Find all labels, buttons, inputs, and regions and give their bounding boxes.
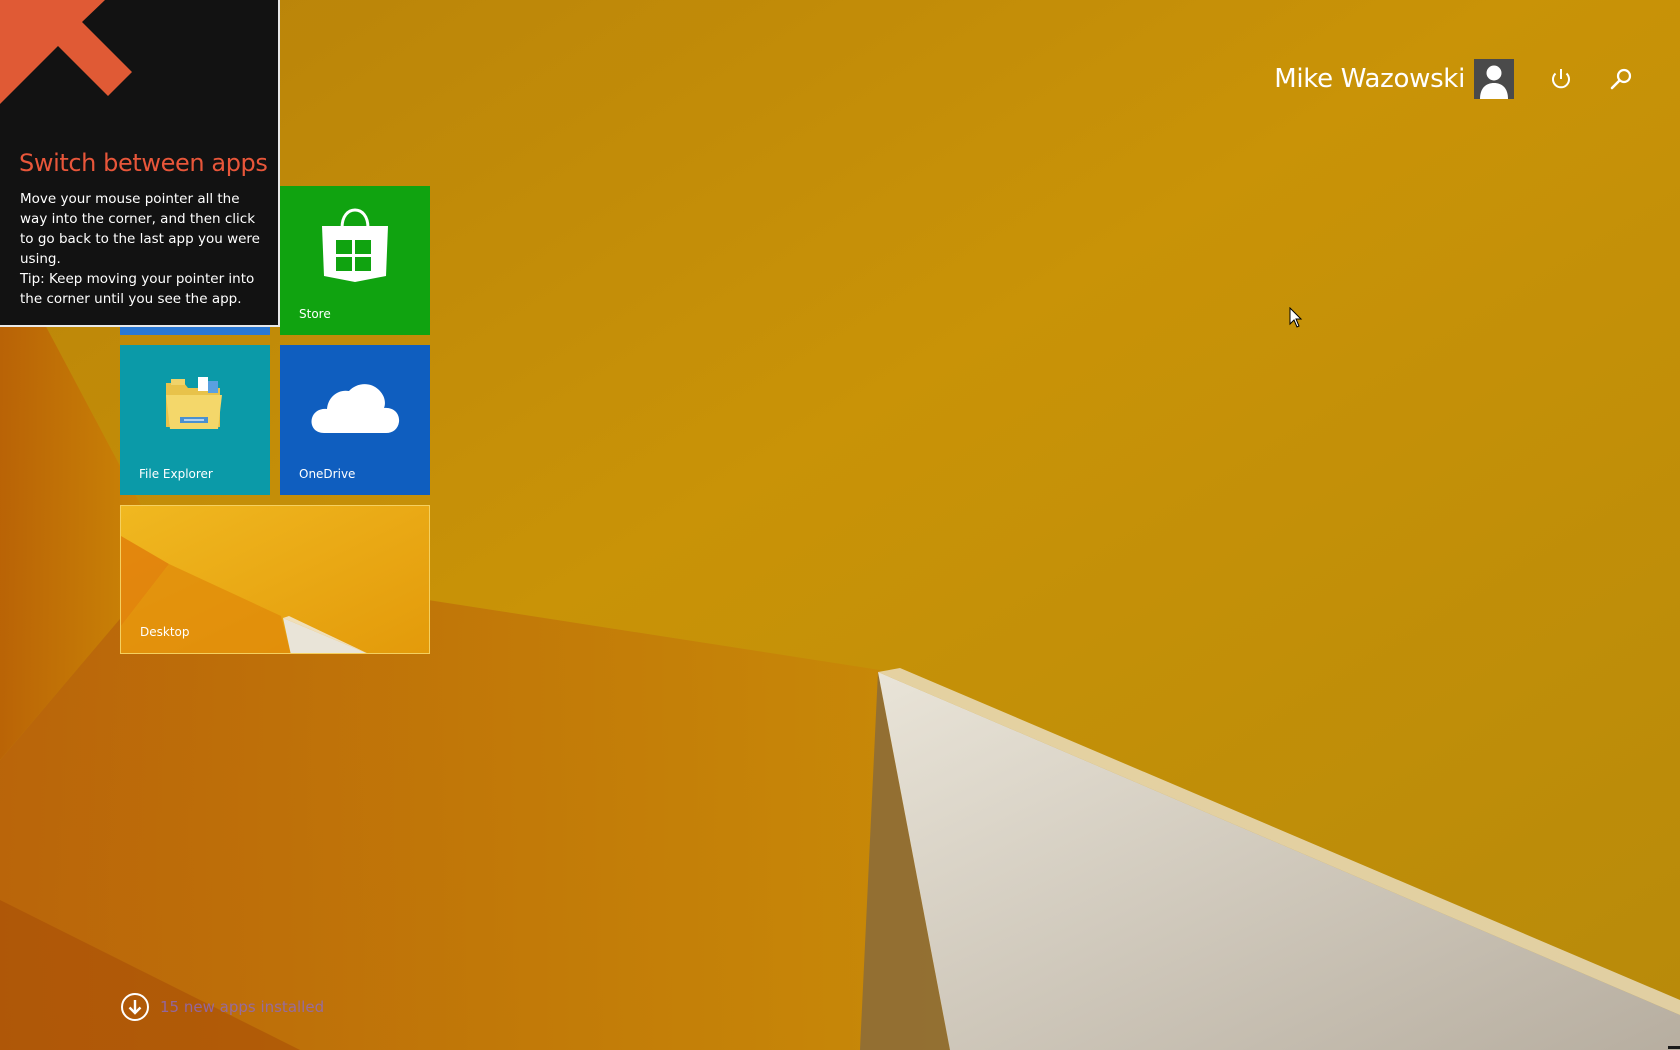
store-bag-icon <box>320 206 390 282</box>
tip-body-line: Move your mouse pointer all the way into… <box>20 191 260 267</box>
folder-icon <box>164 375 224 433</box>
power-icon[interactable] <box>1544 62 1578 96</box>
user-bar: Mike Wazowski <box>1120 58 1680 104</box>
corner-arrow-icon <box>0 0 140 140</box>
tile-store[interactable]: Store <box>280 186 430 335</box>
tutorial-tip: Switch between apps Move your mouse poin… <box>0 0 280 327</box>
tip-body-line: Tip: Keep moving your pointer into the c… <box>20 271 255 307</box>
tile-label: OneDrive <box>299 467 356 481</box>
cloud-icon <box>308 377 402 437</box>
tile-label: Store <box>299 307 331 321</box>
apps-installed-label[interactable]: 15 new apps installed <box>160 998 324 1016</box>
tip-title: Switch between apps <box>19 149 268 177</box>
tile-label: File Explorer <box>139 467 213 481</box>
username[interactable]: Mike Wazowski <box>1274 64 1465 94</box>
search-icon[interactable] <box>1604 62 1638 96</box>
apps-installed-link[interactable]: 15 new apps installed <box>120 992 380 1022</box>
tile-label: Desktop <box>140 625 190 639</box>
tip-body: Move your mouse pointer all the way into… <box>20 189 265 309</box>
tile-desktop[interactable]: Desktop <box>120 505 430 654</box>
down-arrow-icon[interactable] <box>120 992 150 1022</box>
corner-mark <box>1666 1038 1680 1050</box>
tile-file-explorer[interactable]: File Explorer <box>120 345 270 495</box>
tile-onedrive[interactable]: OneDrive <box>280 345 430 495</box>
user-silhouette-icon[interactable] <box>1474 59 1514 99</box>
mouse-cursor-icon <box>1289 306 1303 329</box>
